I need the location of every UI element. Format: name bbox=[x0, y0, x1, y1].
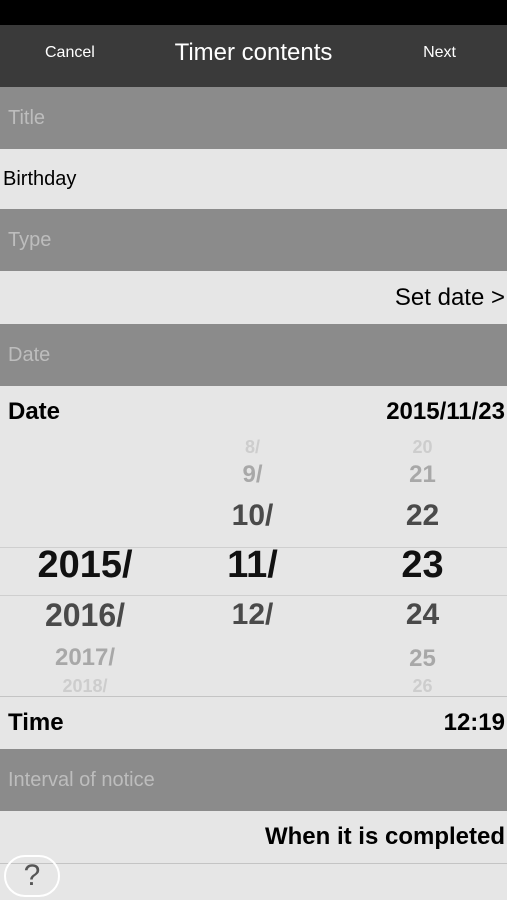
interval-row[interactable]: When it is completed bbox=[0, 811, 507, 863]
interval-section-header: Interval of notice bbox=[0, 749, 507, 811]
title-section-header: Title bbox=[0, 87, 507, 149]
next-button[interactable]: Next bbox=[423, 25, 456, 87]
navigation-bar: Cancel Timer contents Next bbox=[0, 25, 507, 87]
day-option[interactable]: 26 bbox=[340, 676, 505, 696]
date-value: 2015/11/23 bbox=[386, 398, 505, 425]
title-value[interactable]: Birthday bbox=[3, 149, 76, 209]
day-wheel[interactable]: 20 21 22 23 24 25 26 bbox=[340, 438, 505, 696]
month-option[interactable]: 11/ bbox=[170, 544, 335, 587]
day-option[interactable]: 22 bbox=[340, 499, 505, 533]
year-option[interactable]: 2015/ bbox=[0, 544, 170, 587]
status-bar bbox=[0, 0, 507, 25]
date-picker[interactable]: 2015/ 2016/ 2017/ 2018/ 8/ 9/ 10/ 11/ 12… bbox=[0, 438, 507, 696]
year-option[interactable]: 2018/ bbox=[0, 676, 170, 696]
year-option[interactable]: 2017/ bbox=[0, 644, 170, 672]
month-option[interactable]: 8/ bbox=[170, 438, 335, 458]
month-wheel[interactable]: 8/ 9/ 10/ 11/ 12/ bbox=[170, 438, 335, 696]
date-section-header: Date bbox=[0, 324, 507, 386]
year-option[interactable]: 2016/ bbox=[0, 597, 170, 634]
day-option[interactable]: 20 bbox=[340, 438, 505, 458]
month-option[interactable]: 9/ bbox=[170, 461, 335, 489]
time-label: Time bbox=[8, 709, 64, 736]
type-row[interactable]: Set date > bbox=[0, 271, 507, 324]
divider bbox=[0, 863, 507, 864]
date-row[interactable]: Date 2015/11/23 bbox=[0, 386, 507, 438]
time-row[interactable]: Time 12:19 bbox=[0, 697, 507, 749]
time-value: 12:19 bbox=[443, 709, 505, 736]
help-icon[interactable]: ? bbox=[4, 855, 60, 897]
date-label: Date bbox=[8, 398, 61, 425]
day-option[interactable]: 21 bbox=[340, 461, 505, 489]
title-row[interactable]: Birthday bbox=[0, 149, 507, 209]
year-wheel[interactable]: 2015/ 2016/ 2017/ 2018/ bbox=[0, 438, 170, 696]
set-date-link[interactable]: Set date > bbox=[395, 271, 505, 324]
day-option[interactable]: 23 bbox=[340, 544, 505, 587]
month-option[interactable]: 10/ bbox=[170, 499, 335, 533]
day-option[interactable]: 24 bbox=[340, 598, 505, 632]
month-option[interactable]: 12/ bbox=[170, 598, 335, 632]
interval-value[interactable]: When it is completed bbox=[265, 811, 505, 863]
type-section-header: Type bbox=[0, 209, 507, 271]
day-option[interactable]: 25 bbox=[340, 645, 505, 673]
